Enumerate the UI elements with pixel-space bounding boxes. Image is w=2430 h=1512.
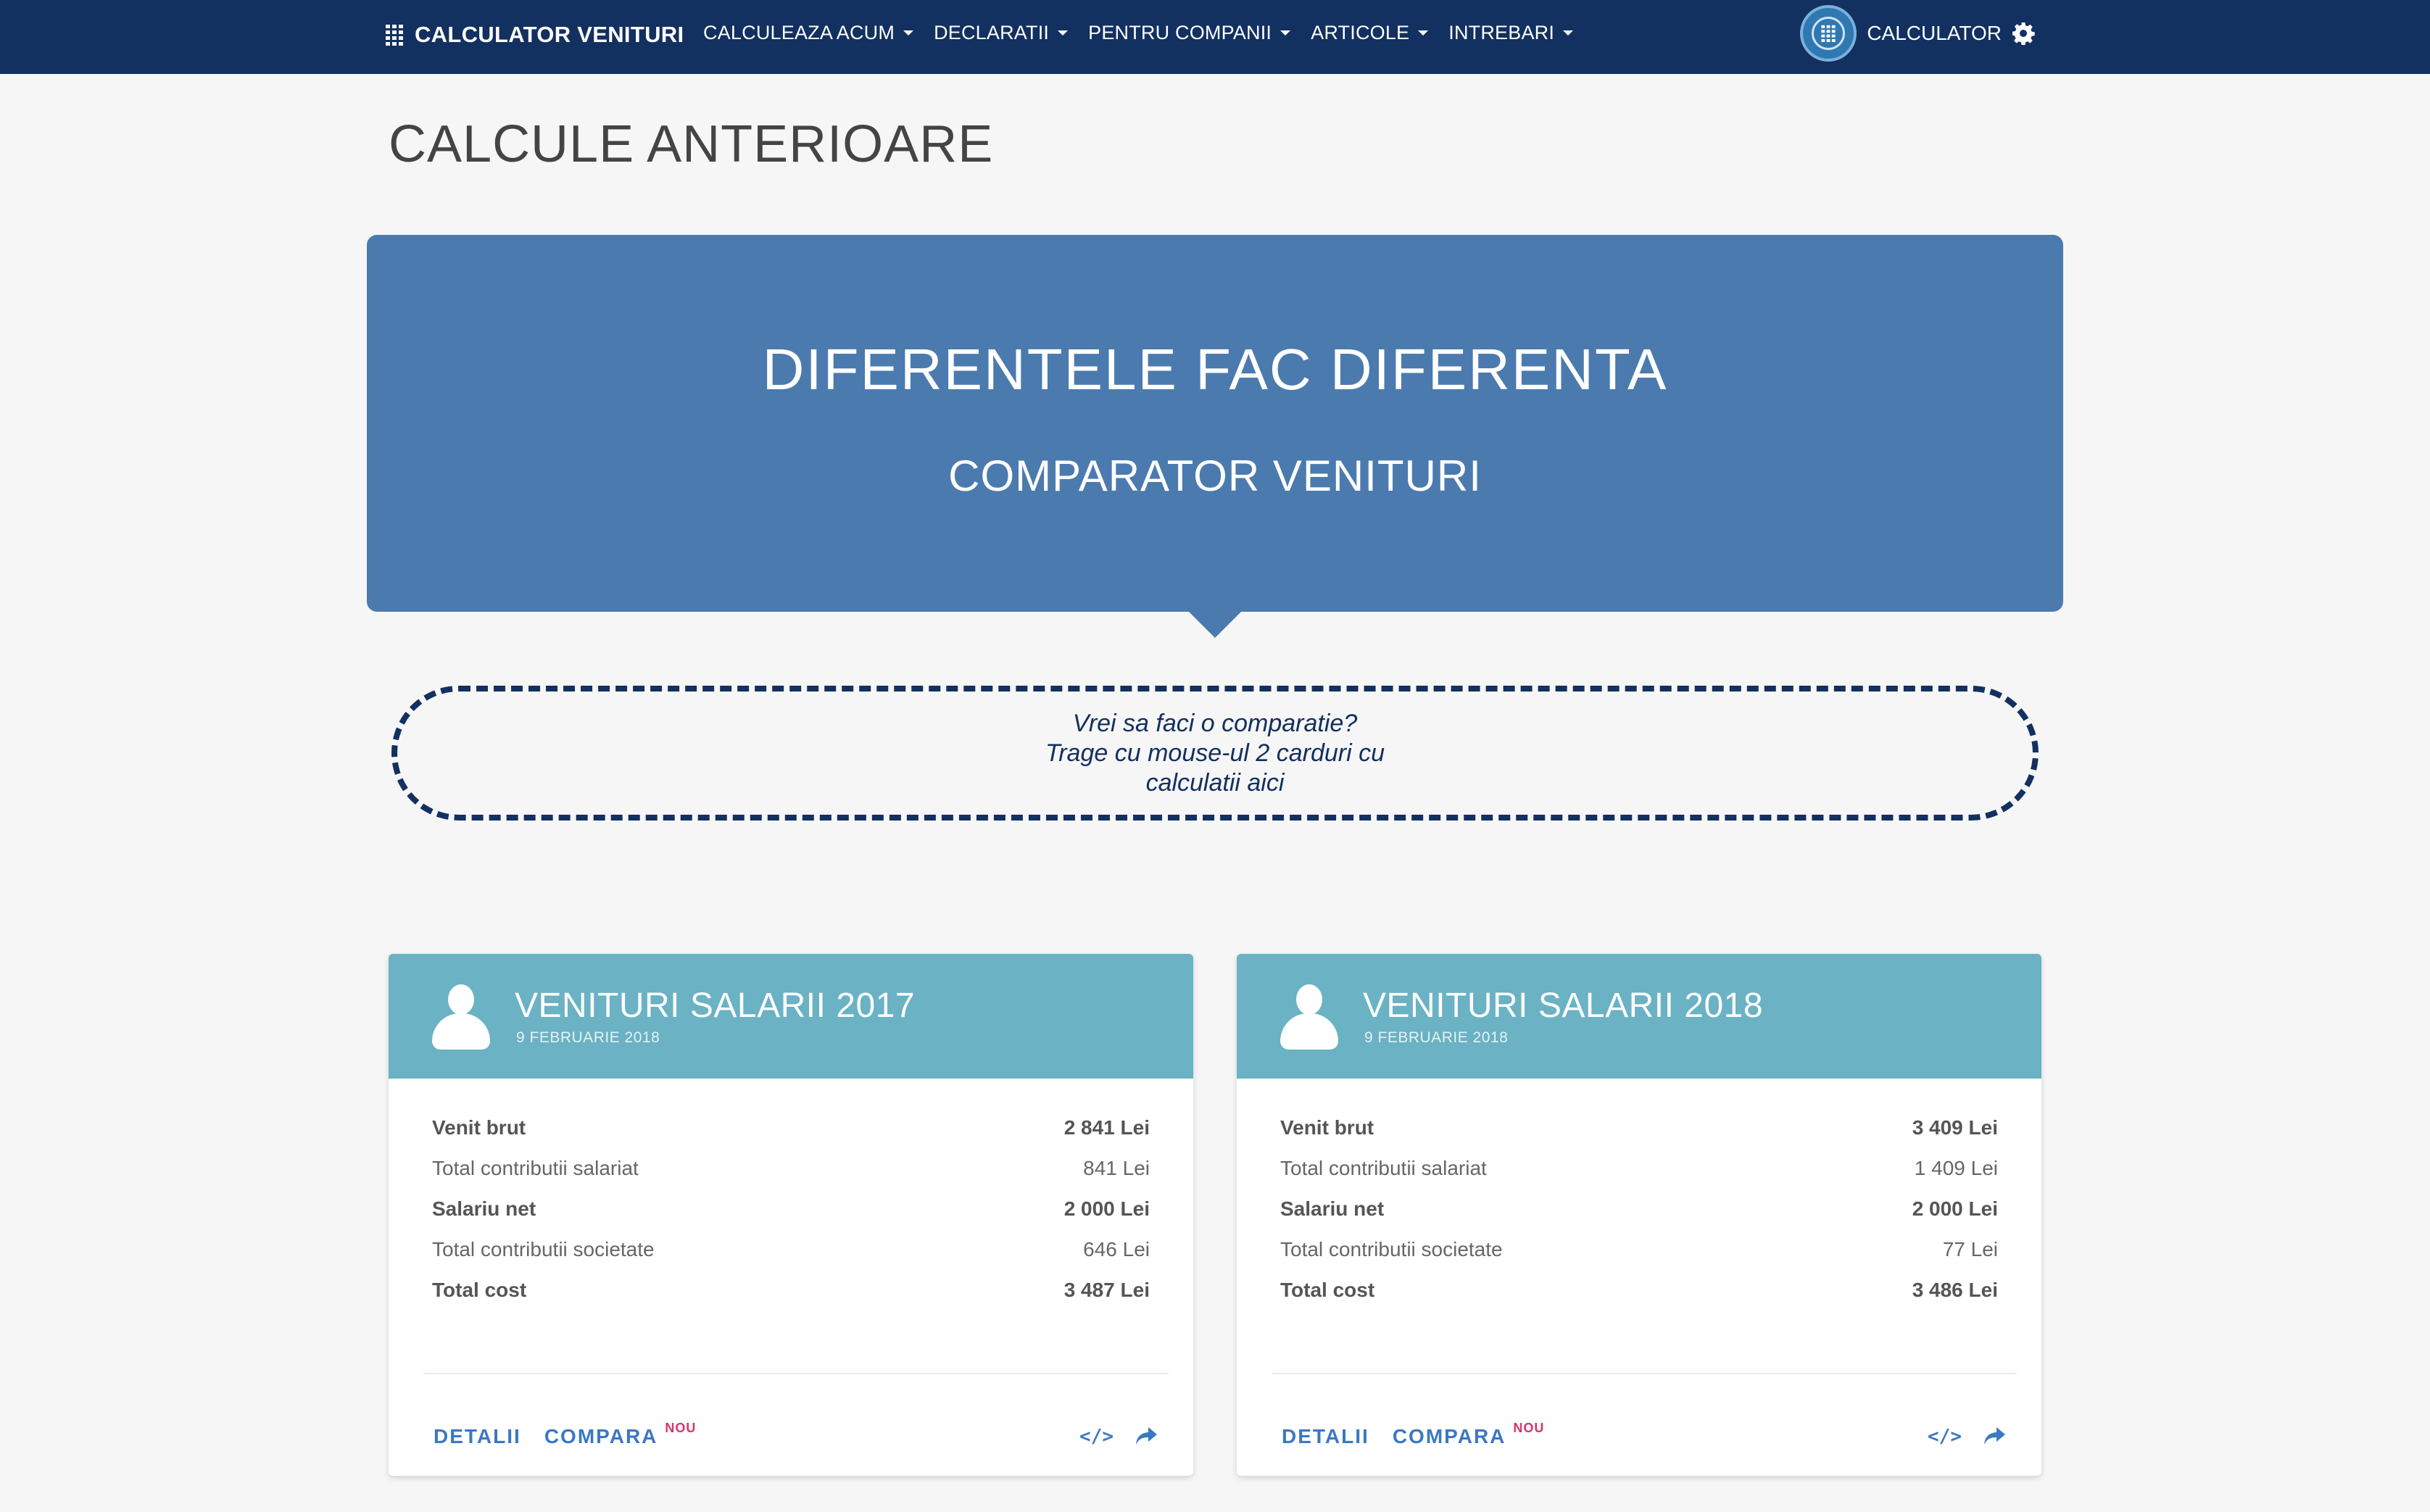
nav-item-label: DECLARATII: [934, 21, 1050, 43]
details-link[interactable]: DETALII: [434, 1425, 521, 1448]
table-row: Venit brut 2 841 Lei: [432, 1108, 1150, 1148]
brand-link[interactable]: CALCULATOR VENITURI: [386, 0, 684, 70]
calculator-badge-ring: [1812, 17, 1846, 50]
row-label: Total cost: [432, 1279, 527, 1301]
nav-item-declaratii[interactable]: DECLARATII: [934, 21, 1069, 44]
row-value: 3 486 Lei: [1912, 1279, 1998, 1301]
user-icon: [1280, 984, 1338, 1051]
row-label: Venit brut: [1280, 1116, 1374, 1139]
embed-code-icon[interactable]: </>: [1079, 1426, 1114, 1447]
row-value: 3 487 Lei: [1063, 1279, 1150, 1301]
new-badge: NOU: [1513, 1420, 1545, 1435]
nav-item-pentru-companii[interactable]: PENTRU COMPANII: [1088, 21, 1291, 44]
dropzone-line-3: calculatii aici: [1145, 768, 1285, 797]
caret-down-icon: [1418, 30, 1429, 36]
calculator-grid-icon: [1821, 25, 1836, 42]
table-row: Total contributii salariat 841 Lei: [432, 1148, 1150, 1189]
table-row: Total contributii societate 77 Lei: [1280, 1229, 1998, 1270]
new-badge: NOU: [665, 1420, 697, 1435]
card-divider: [423, 1373, 1169, 1374]
nav-item-intrebari[interactable]: INTREBARI: [1448, 21, 1574, 44]
table-row: Salariu net 2 000 Lei: [432, 1189, 1150, 1229]
calculator-link[interactable]: CALCULATOR: [1867, 22, 2002, 45]
calc-card-2018[interactable]: VENITURI SALARII 2018 9 FEBRUARIE 2018 V…: [1237, 954, 2041, 1476]
dropzone-line-2: Trage cu mouse-ul 2 carduri cu: [1045, 739, 1385, 767]
row-value: 2 841 Lei: [1063, 1116, 1150, 1139]
card-title: VENITURI SALARII 2017: [515, 986, 916, 1025]
table-row: Total contributii societate 646 Lei: [432, 1229, 1150, 1270]
top-navbar: CALCULATOR VENITURI CALCULEAZA ACUM DECL…: [0, 0, 2430, 74]
page-title: CALCULE ANTERIOARE: [389, 115, 994, 173]
compare-dropzone[interactable]: Vrei sa faci o comparatie? Trage cu mous…: [391, 686, 2039, 821]
row-value: 841 Lei: [1083, 1157, 1150, 1179]
compare-link[interactable]: COMPARA: [1393, 1425, 1506, 1448]
table-row: Salariu net 2 000 Lei: [1280, 1189, 1998, 1229]
nav-item-label: PENTRU COMPANII: [1088, 21, 1272, 43]
nav-item-articole[interactable]: ARTICOLE: [1311, 21, 1429, 44]
row-value: 2 000 Lei: [1063, 1197, 1150, 1220]
row-label: Total contributii salariat: [432, 1157, 639, 1179]
card-date: 9 FEBRUARIE 2018: [516, 1029, 660, 1046]
row-label: Total contributii salariat: [1280, 1157, 1487, 1179]
gear-icon[interactable]: [2012, 22, 2035, 45]
compare-link[interactable]: COMPARA: [544, 1425, 658, 1448]
dropzone-line-1: Vrei sa faci o comparatie?: [1072, 709, 1358, 737]
calculator-grid-icon: [386, 25, 403, 46]
nav-item-label: ARTICOLE: [1311, 21, 1410, 43]
row-value: 646 Lei: [1083, 1238, 1150, 1260]
card-header: VENITURI SALARII 2018 9 FEBRUARIE 2018: [1237, 954, 2041, 1079]
card-actions: DETALII COMPARA NOU </>: [434, 1415, 1157, 1458]
card-divider: [1272, 1373, 2017, 1374]
row-label: Salariu net: [432, 1197, 536, 1220]
details-link[interactable]: DETALII: [1282, 1425, 1369, 1448]
nav-item-label: INTREBARI: [1448, 21, 1555, 43]
user-icon: [432, 984, 490, 1051]
caret-down-icon: [1280, 30, 1291, 36]
card-icon-actions: </>: [1928, 1426, 2005, 1447]
row-value: 2 000 Lei: [1912, 1197, 1998, 1220]
main-nav: CALCULEAZA ACUM DECLARATII PENTRU COMPAN…: [703, 0, 1593, 65]
table-row: Venit brut 3 409 Lei: [1280, 1108, 1998, 1148]
dropzone-text: Vrei sa faci o comparatie? Trage cu mous…: [1027, 709, 1403, 798]
nav-item-calculeaza-acum[interactable]: CALCULEAZA ACUM: [703, 21, 914, 44]
share-icon[interactable]: [1983, 1427, 2005, 1446]
caret-down-icon: [1563, 30, 1574, 36]
card-title: VENITURI SALARII 2018: [1363, 986, 1764, 1025]
calc-card-2017[interactable]: VENITURI SALARII 2017 9 FEBRUARIE 2018 V…: [389, 954, 1193, 1476]
share-icon[interactable]: [1135, 1427, 1157, 1446]
row-label: Total cost: [1280, 1279, 1375, 1301]
row-label: Venit brut: [432, 1116, 526, 1139]
row-value: 3 409 Lei: [1912, 1116, 1998, 1139]
nav-item-label: CALCULEAZA ACUM: [703, 21, 895, 43]
nav-right: CALCULATOR: [1800, 0, 2035, 67]
brand-label: CALCULATOR VENITURI: [415, 22, 684, 47]
caret-down-icon: [903, 30, 914, 36]
row-value: 77 Lei: [1942, 1238, 1998, 1260]
card-rows: Venit brut 2 841 Lei Total contributii s…: [432, 1108, 1150, 1310]
card-header: VENITURI SALARII 2017 9 FEBRUARIE 2018: [389, 954, 1193, 1079]
table-row: Total cost 3 487 Lei: [432, 1270, 1150, 1310]
card-rows: Venit brut 3 409 Lei Total contributii s…: [1280, 1108, 1998, 1310]
row-label: Total contributii societate: [1280, 1238, 1503, 1260]
row-label: Total contributii societate: [432, 1238, 655, 1260]
hero-banner: DIFERENTELE FAC DIFERENTA COMPARATOR VEN…: [367, 235, 2063, 612]
table-row: Total contributii salariat 1 409 Lei: [1280, 1148, 1998, 1189]
embed-code-icon[interactable]: </>: [1928, 1426, 1962, 1447]
calculator-badge-button[interactable]: [1800, 5, 1857, 62]
caret-down-icon: [1058, 30, 1069, 36]
card-icon-actions: </>: [1079, 1426, 1157, 1447]
row-label: Salariu net: [1280, 1197, 1385, 1220]
card-actions: DETALII COMPARA NOU </>: [1282, 1415, 2005, 1458]
row-value: 1 409 Lei: [1914, 1157, 1998, 1179]
table-row: Total cost 3 486 Lei: [1280, 1270, 1998, 1310]
hero-title: DIFERENTELE FAC DIFERENTA: [762, 337, 1668, 402]
hero-subtitle: COMPARATOR VENITURI: [948, 452, 1482, 500]
card-date: 9 FEBRUARIE 2018: [1364, 1029, 1509, 1046]
